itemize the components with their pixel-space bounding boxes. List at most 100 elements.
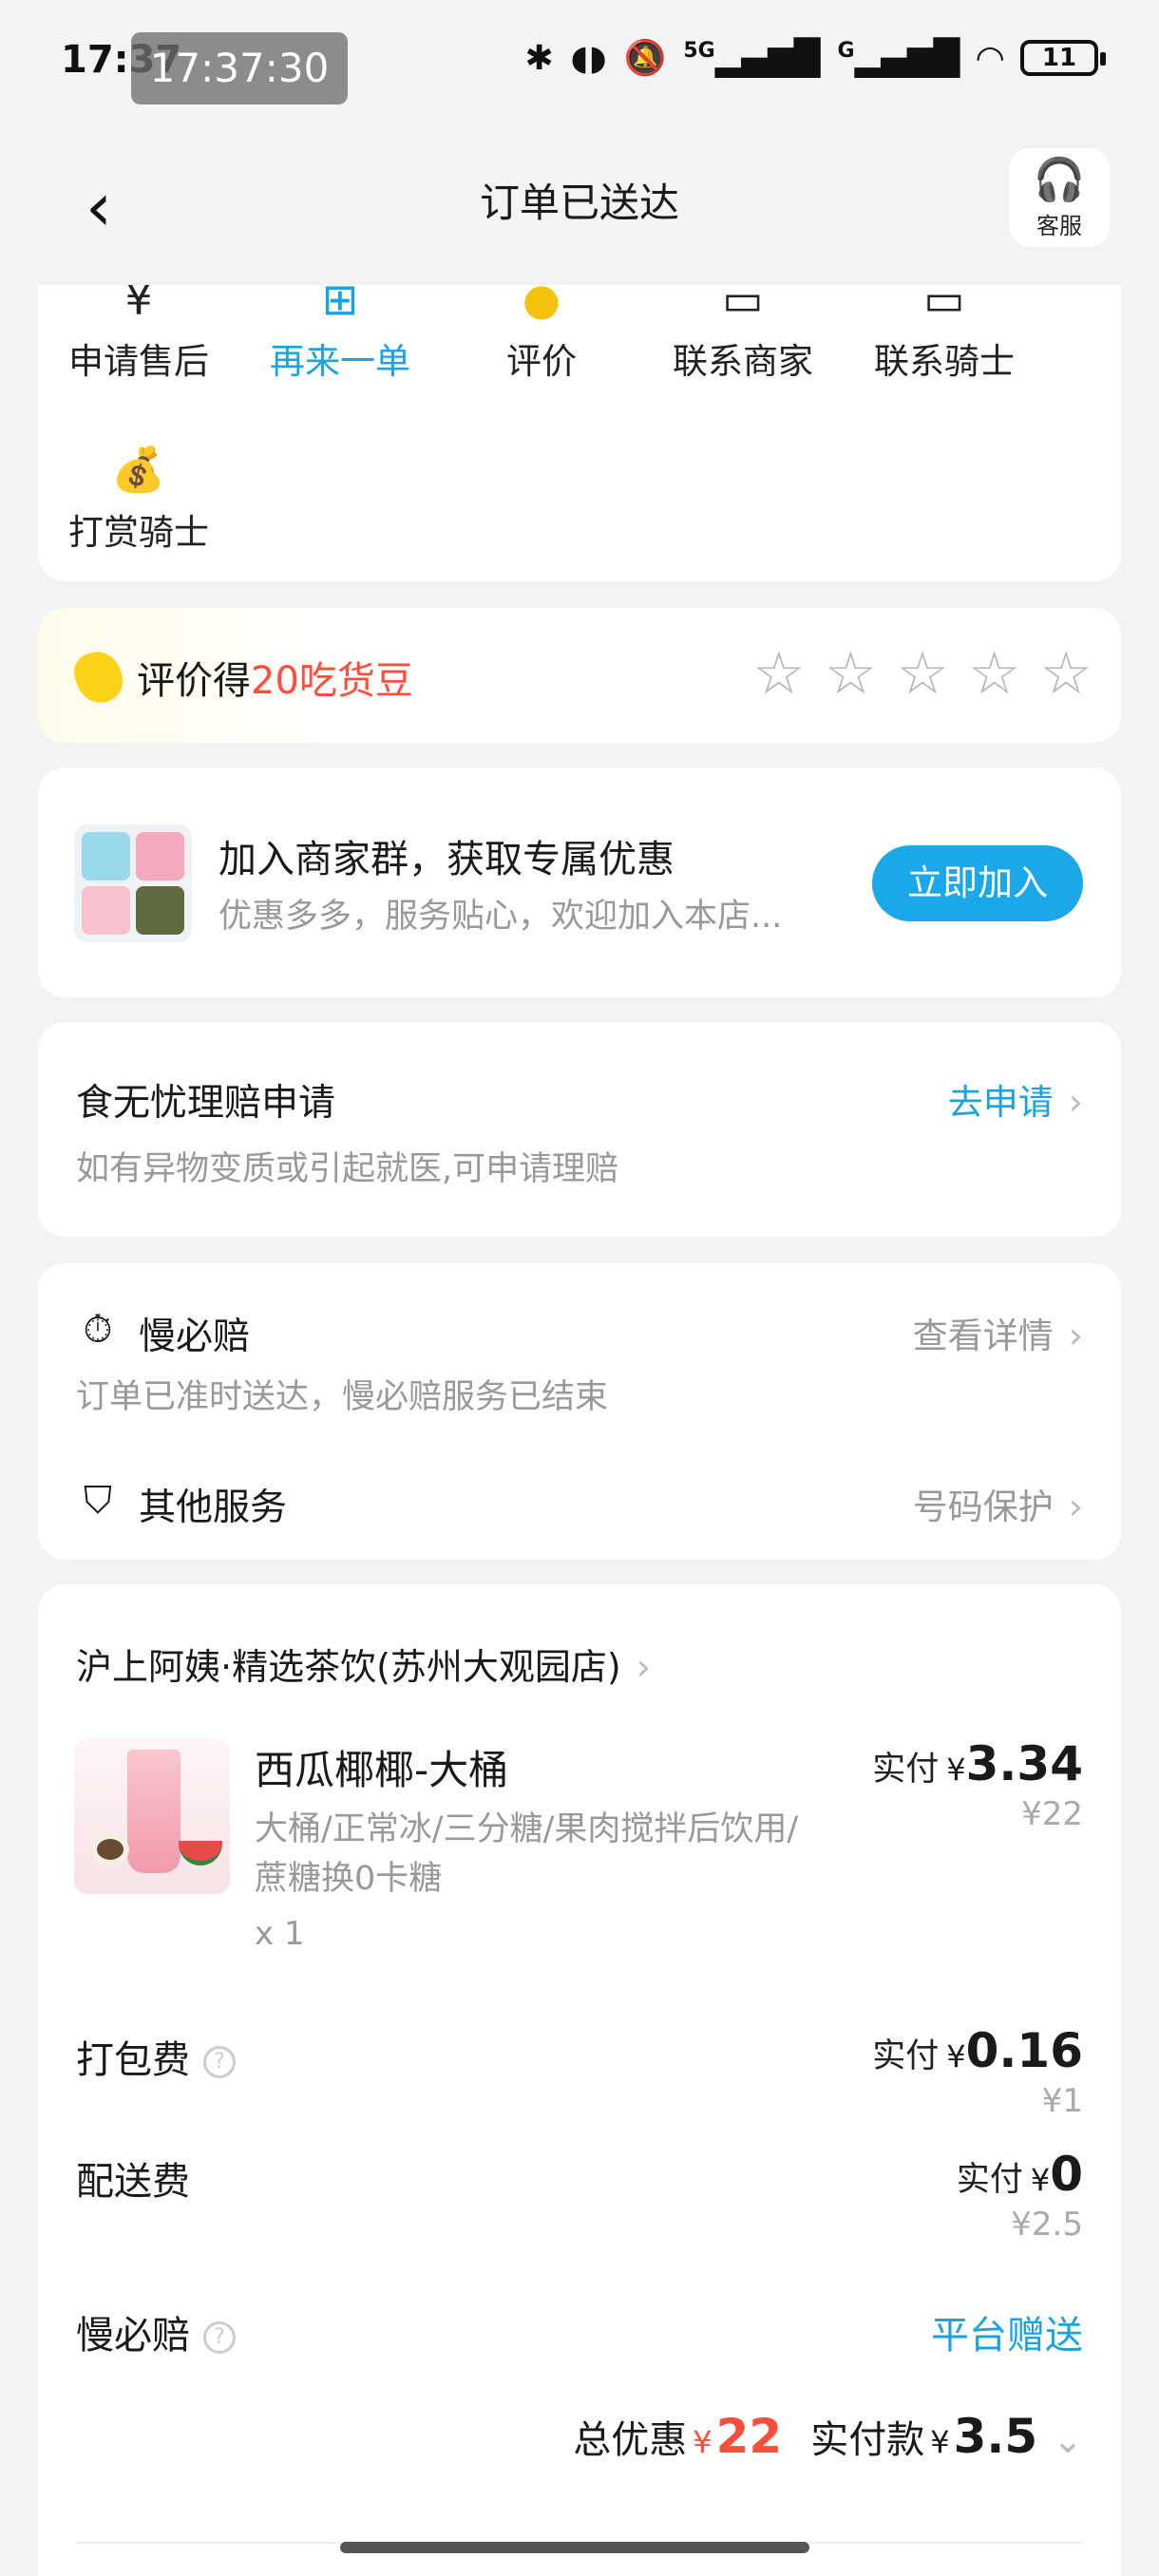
after-sale-button[interactable]: ¥ 申请售后 — [38, 285, 239, 384]
action-label: 打赏骑士 — [68, 512, 209, 553]
earbuds-icon: ◖◗ — [570, 38, 607, 78]
review-button[interactable]: ● 评价 — [441, 285, 642, 384]
screen-record-time: 17:37:30 — [131, 32, 348, 104]
action-label: 再来一单 — [270, 341, 410, 382]
chevron-right-icon: › — [1068, 1081, 1083, 1123]
currency-symbol: ¥ — [946, 1752, 966, 1788]
other-services-title: 其他服务 — [139, 1487, 288, 1529]
product-name: 西瓜椰椰-大桶 — [255, 1747, 509, 1793]
contact-merchant-button[interactable]: ▭ 联系商家 — [642, 285, 844, 384]
services-card: ⏱ 慢必赔 查看详情 › 订单已准时送达，慢必赔服务已结束 ⛉ 其他服务 号码保护… — [38, 1263, 1121, 1560]
paid-amount: 0.16 — [965, 2023, 1083, 2078]
tip-rider-button[interactable]: 💰 打赏骑士 — [38, 445, 239, 555]
currency-symbol: ¥ — [693, 2424, 712, 2460]
money-bag-icon: 💰 — [111, 445, 166, 494]
slow-pay-text: 慢必赔 — [76, 2314, 190, 2358]
star-icon[interactable]: ☆ — [968, 642, 1021, 705]
action-label: 联系骑士 — [874, 341, 1015, 382]
signal-5g-icon: 5G▂▄▆█ — [683, 38, 821, 78]
help-icon[interactable]: ? — [203, 2046, 236, 2078]
chat-icon: ▭ — [923, 285, 965, 323]
order-detail-card: 沪上阿姨·精选茶饮(苏州大观园店) › 西瓜椰椰-大桶 大桶/正常冰/三分糖/果肉… — [38, 1584, 1121, 2576]
currency-symbol: ¥ — [930, 2424, 950, 2460]
claim-title: 食无忧理赔申请 — [76, 1082, 336, 1125]
reorder-button[interactable]: ⊞ 再来一单 — [239, 285, 441, 384]
apply-claim-link[interactable]: 去申请 › — [948, 1073, 1083, 1125]
rating-prefix: 评价得 — [137, 659, 251, 703]
currency-symbol: ¥ — [946, 2038, 966, 2074]
chevron-right-icon: › — [1068, 1315, 1083, 1356]
star-icon[interactable]: ☆ — [825, 642, 878, 705]
total-paid-amount: 3.5 — [953, 2409, 1038, 2464]
rating-reward: 20吃货豆 — [251, 659, 413, 703]
signal-g-icon: G▂▄▆█ — [837, 38, 960, 78]
merchant-group-avatar — [74, 824, 192, 942]
paid-amount: 0 — [1050, 2147, 1083, 2202]
packing-fee-original: ¥1 — [1041, 2082, 1083, 2120]
bean-icon: ● — [522, 285, 561, 323]
contact-rider-button[interactable]: ▭ 联系骑士 — [844, 285, 1045, 384]
view-details-link[interactable]: 查看详情 › — [913, 1307, 1083, 1358]
bluetooth-icon: ✱ — [524, 38, 554, 78]
product-paid: 实付 ¥3.34 — [872, 1736, 1083, 1791]
star-rating: ☆ ☆ ☆ ☆ ☆ — [752, 642, 1092, 705]
action-label: 联系商家 — [673, 341, 813, 382]
product-spec: 大桶/正常冰/三分糖/果肉搅拌后饮用/蔗糖换0卡糖 — [255, 1810, 799, 1898]
star-icon[interactable]: ☆ — [896, 642, 949, 705]
food-claim-card[interactable]: 食无忧理赔申请 去申请 › 如有异物变质或引起就医,可申请理赔 — [38, 1022, 1121, 1237]
order-actions-card: ¥ 申请售后 ⊞ 再来一单 ● 评价 ▭ 联系商家 ▭ 联系骑士 💰 打赏骑士 — [38, 285, 1121, 581]
customer-service-button[interactable]: 🎧 客服 — [1009, 148, 1110, 247]
paid-label: 实付 — [872, 1751, 940, 1789]
paid-label: 实付 — [872, 2037, 940, 2075]
paid-label: 实付 — [956, 2161, 1023, 2199]
check-shield-icon: ⛉ — [84, 1479, 112, 1523]
number-protection-link[interactable]: 号码保护 › — [913, 1478, 1083, 1529]
discount-amount: 22 — [715, 2409, 783, 2464]
bean-icon — [68, 645, 129, 710]
customer-service-label: 客服 — [1036, 213, 1082, 239]
claim-subtitle: 如有异物变质或引起就医,可申请理赔 — [76, 1150, 619, 1188]
slow-guarantee-title: 慢必赔 — [139, 1316, 251, 1358]
total-paid-label: 实付款 — [810, 2418, 925, 2462]
chat-icon: ▭ — [722, 285, 764, 323]
action-label: 评价 — [506, 341, 577, 382]
delivery-fee-label: 配送费 — [76, 2160, 190, 2204]
shop-name-link[interactable]: 沪上阿姨·精选茶饮(苏州大观园店) › — [76, 1638, 651, 1690]
merchant-group-subtitle: 优惠多多，服务贴心，欢迎加入本店... — [218, 898, 783, 936]
mute-icon: 🔕 — [623, 39, 667, 78]
star-icon[interactable]: ☆ — [1039, 642, 1092, 705]
headset-icon: 🎧 — [1033, 156, 1086, 204]
yuan-icon: ¥ — [124, 285, 153, 323]
apply-claim-label: 去申请 — [947, 1082, 1054, 1123]
number-protection-label: 号码保护 — [912, 1487, 1054, 1527]
rating-card: 评价得20吃货豆 ☆ ☆ ☆ ☆ ☆ — [38, 608, 1121, 743]
delivery-fee-paid: 实付 ¥0 — [957, 2147, 1083, 2202]
battery-icon: 11 — [1020, 40, 1106, 76]
reorder-icon: ⊞ — [321, 285, 359, 323]
wifi-icon: ◠ — [977, 38, 1003, 78]
join-group-button[interactable]: 立即加入 — [872, 845, 1083, 921]
slow-guarantee-subtitle: 订单已准时送达，慢必赔服务已结束 — [76, 1378, 609, 1416]
slow-pay-value: 平台赠送 — [931, 2314, 1083, 2358]
help-icon[interactable]: ? — [203, 2321, 236, 2354]
product-image[interactable] — [74, 1738, 230, 1894]
slow-pay-label: 慢必赔? — [76, 2304, 236, 2359]
packing-fee-text: 打包费 — [76, 2038, 190, 2082]
merchant-group-title: 加入商家群，获取专属优惠 — [218, 838, 674, 881]
product-quantity: x 1 — [255, 1915, 305, 1953]
paid-amount: 3.34 — [965, 1736, 1083, 1791]
packing-fee-paid: 实付 ¥0.16 — [872, 2023, 1083, 2078]
delivery-fee-original: ¥2.5 — [1011, 2206, 1083, 2244]
packing-fee-label: 打包费? — [76, 2029, 236, 2084]
chevron-down-icon: ⌄ — [1053, 2419, 1083, 2461]
action-label: 申请售后 — [68, 341, 209, 382]
discount-label: 总优惠 — [573, 2418, 688, 2462]
order-total[interactable]: 总优惠 ¥ 22 实付款 ¥ 3.5 ⌄ — [573, 2409, 1083, 2464]
view-details-label: 查看详情 — [912, 1316, 1054, 1356]
status-bar: 17:37 17:37:30 ✱ ◖◗ 🔕 5G▂▄▆█ G▂▄▆█ ◠ 11 — [0, 0, 1159, 133]
status-icons: ✱ ◖◗ 🔕 5G▂▄▆█ G▂▄▆█ ◠ 11 — [524, 38, 1106, 78]
shop-name: 沪上阿姨·精选茶饮(苏州大观园店) — [76, 1646, 621, 1688]
nav-bar: ‹ 订单已送达 🎧 客服 — [0, 133, 1159, 285]
home-indicator[interactable] — [340, 2542, 809, 2553]
star-icon[interactable]: ☆ — [752, 642, 806, 705]
